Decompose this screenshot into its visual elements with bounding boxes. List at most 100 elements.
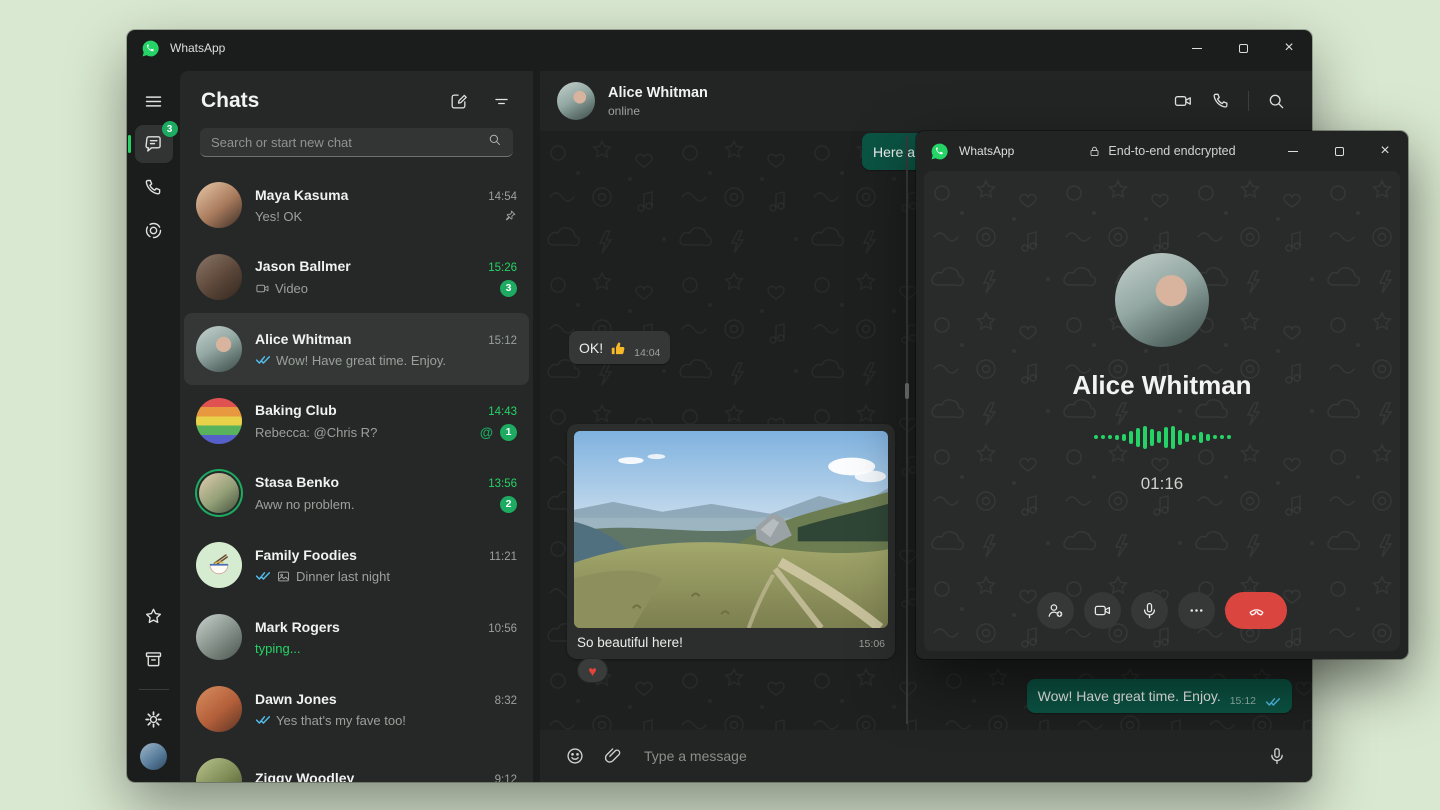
sidebar-item-archived[interactable] [135, 640, 173, 678]
voice-record-button[interactable] [1258, 737, 1296, 775]
message-input[interactable] [644, 748, 1258, 764]
message-text: OK! [579, 340, 603, 356]
avatar [196, 614, 242, 660]
maximize-icon [1239, 44, 1248, 53]
photo-image[interactable] [574, 431, 888, 628]
sidebar-item-status[interactable] [135, 211, 173, 249]
video-toggle-button[interactable] [1084, 592, 1121, 629]
message-incoming-ok[interactable]: OK! 14:04 [569, 331, 670, 364]
close-button[interactable]: × [1266, 30, 1312, 66]
profile-avatar[interactable] [140, 743, 167, 770]
more-options-button[interactable] [1178, 592, 1215, 629]
maximize-button[interactable] [1220, 30, 1266, 66]
chat-list-item[interactable]: Ziggy Woodley 9:12 [184, 745, 529, 782]
call-window-controls: × [1270, 131, 1408, 171]
chat-time: 14:43 [488, 406, 517, 418]
chat-name: Jason Ballmer [255, 258, 480, 274]
minimize-button[interactable] [1174, 30, 1220, 66]
chat-list-item[interactable]: Stasa Benko 13:56 Aww no problem. 2 [184, 457, 529, 529]
attach-button[interactable] [594, 737, 632, 775]
chat-list-item[interactable]: Family Foodies 11:21 Dinner last night [184, 529, 529, 601]
video-small-icon [255, 281, 270, 296]
sidebar-item-chats[interactable]: 3 [135, 125, 173, 163]
add-participant-button[interactable] [1037, 592, 1074, 629]
chats-unread-badge: 3 [162, 121, 178, 137]
emoji-icon [565, 746, 585, 766]
close-button[interactable]: × [1362, 131, 1408, 171]
video-call-button[interactable] [1164, 83, 1202, 119]
call-panel: Alice Whitman 01:16 [924, 171, 1400, 651]
mic-icon [1267, 746, 1287, 766]
chat-name: Baking Club [255, 402, 480, 418]
whatsapp-call-window: WhatsApp End-to-end endcrypted × [916, 131, 1408, 659]
read-ticks-icon [255, 571, 271, 581]
waveform-bar [1199, 432, 1203, 443]
chat-list-item[interactable]: Jason Ballmer 15:26 Video 3 [184, 241, 529, 313]
gear-icon [143, 709, 164, 730]
avatar [196, 254, 242, 300]
chat-list-item[interactable]: Maya Kasuma 14:54 Yes! OK [184, 169, 529, 241]
thumbs-up-emoji [610, 339, 627, 356]
minimize-button[interactable] [1270, 131, 1316, 171]
search-input[interactable] [211, 135, 487, 150]
sidebar-item-starred[interactable] [135, 597, 173, 635]
call-window-title: WhatsApp [959, 144, 1014, 158]
chat-list: Maya Kasuma 14:54 Yes! OK Jason Ballmer … [180, 169, 533, 782]
waveform-bar [1101, 435, 1105, 439]
sidebar-item-settings[interactable] [135, 700, 173, 738]
sidebar-item-calls[interactable] [135, 168, 173, 206]
chat-time: 10:56 [488, 623, 517, 635]
archive-icon [143, 649, 164, 670]
chat-time: 13:56 [488, 478, 517, 490]
chats-panel: Chats Maya Kasuma 14:54 Yes! OK [180, 71, 533, 782]
waveform-bar [1157, 431, 1161, 443]
chat-list-item[interactable]: Dawn Jones 8:32 Yes that's my fave too! [184, 673, 529, 745]
waveform-bar [1136, 428, 1140, 447]
call-titlebar: WhatsApp End-to-end endcrypted × [916, 131, 1408, 171]
chat-time: 15:26 [488, 262, 517, 274]
unread-badge: 2 [500, 496, 517, 513]
chat-list-item[interactable]: Mark Rogers 10:56 typing... [184, 601, 529, 673]
active-indicator [128, 135, 131, 153]
maximize-button[interactable] [1316, 131, 1362, 171]
avatar [196, 398, 242, 444]
window-controls: × [1174, 30, 1312, 66]
new-chat-button[interactable] [449, 92, 468, 111]
lock-icon [1088, 145, 1101, 158]
message-outgoing-wow[interactable]: Wow! Have great time. Enjoy. 15:12 [1027, 679, 1292, 713]
calls-icon [143, 177, 164, 198]
nav-rail: 3 [127, 66, 180, 782]
search-chat-button[interactable] [1257, 83, 1295, 119]
mention-indicator: @ [480, 425, 493, 440]
voice-call-button[interactable] [1202, 83, 1240, 119]
chat-preview: Wow! Have great time. Enjoy. [276, 353, 446, 368]
waveform-bar [1143, 426, 1147, 449]
scrollbar-thumb[interactable] [905, 383, 909, 399]
waveform-bar [1192, 435, 1196, 440]
unread-badge: 3 [500, 280, 517, 297]
chat-list-item[interactable]: Baking Club 14:43 Rebecca: @Chris R? @1 [184, 385, 529, 457]
new-chat-icon [449, 92, 468, 111]
heart-reaction[interactable]: ♥ [577, 658, 608, 683]
search-icon [1266, 91, 1286, 111]
filter-button[interactable] [492, 92, 511, 111]
paperclip-icon [603, 746, 623, 766]
chat-list-item[interactable]: Alice Whitman 15:12 Wow! Have great time… [184, 313, 529, 385]
end-call-button[interactable] [1225, 592, 1287, 629]
menu-button[interactable] [135, 82, 173, 120]
scrollbar-track[interactable] [906, 135, 908, 724]
message-time: 15:12 [1230, 695, 1256, 707]
emoji-button[interactable] [556, 737, 594, 775]
mute-button[interactable] [1131, 592, 1168, 629]
status-icon [143, 220, 164, 241]
contact-name: Alice Whitman [608, 85, 708, 101]
voice-call-icon [1211, 91, 1231, 111]
message-photo[interactable]: So beautiful here! 15:06 [567, 424, 895, 659]
waveform-bar [1227, 435, 1231, 439]
chat-preview: Aww no problem. [255, 497, 354, 512]
read-ticks-icon [255, 355, 271, 365]
contact-avatar[interactable] [557, 82, 595, 120]
avatar [199, 473, 239, 513]
chat-preview: Yes that's my fave too! [276, 713, 406, 728]
chat-name: Dawn Jones [255, 691, 487, 707]
